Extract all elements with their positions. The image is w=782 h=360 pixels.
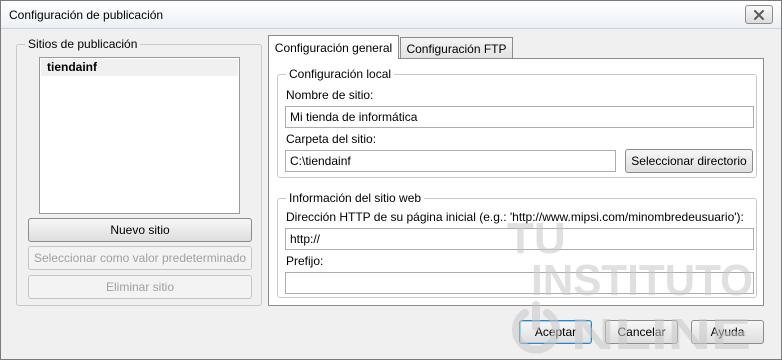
tab-general[interactable]: Configuración general	[268, 35, 399, 59]
set-default-button[interactable]: Seleccionar como valor predeterminado	[28, 246, 252, 270]
delete-site-button[interactable]: Eliminar sitio	[28, 275, 252, 299]
new-site-label: Nuevo sitio	[110, 223, 170, 237]
close-button[interactable]	[745, 5, 773, 24]
help-button[interactable]: Ayuda	[691, 320, 764, 344]
sites-list[interactable]: tiendainf	[39, 57, 240, 214]
prefix-label: Prefijo:	[286, 254, 324, 268]
local-config-legend: Configuración local	[286, 67, 395, 81]
prefix-input[interactable]	[285, 272, 754, 294]
http-address-label: Dirección HTTP de su página inicial (e.g…	[286, 210, 744, 224]
site-name-label: Nombre de sitio:	[286, 88, 374, 102]
tab-page-general: Configuración local Nombre de sitio: Car…	[268, 58, 764, 306]
tab-ftp[interactable]: Configuración FTP	[400, 37, 513, 59]
select-directory-button[interactable]: Seleccionar directorio	[625, 149, 753, 173]
help-label: Ayuda	[710, 325, 745, 339]
site-name-input[interactable]	[285, 106, 754, 128]
sites-legend: Sitios de publicación	[25, 37, 141, 51]
site-folder-input[interactable]	[285, 150, 616, 172]
dialog-window: Configuración de publicación Sitios de p…	[0, 0, 782, 360]
title-bar[interactable]: Configuración de publicación	[1, 1, 781, 29]
site-folder-label: Carpeta del sitio:	[286, 132, 377, 146]
website-info-legend: Información del sitio web	[286, 191, 425, 205]
window-title: Configuración de publicación	[9, 8, 164, 22]
website-info-group: Información del sitio web Dirección HTTP…	[277, 191, 757, 298]
sites-group: Sitios de publicación tiendainf Nuevo si…	[16, 37, 262, 306]
set-default-label: Seleccionar como valor predeterminado	[33, 251, 247, 265]
accept-button[interactable]: Aceptar	[519, 320, 592, 344]
http-address-input[interactable]	[285, 228, 754, 250]
close-icon	[754, 9, 764, 20]
delete-site-label: Eliminar sitio	[105, 280, 174, 294]
cancel-label: Cancelar	[617, 325, 666, 339]
cancel-button[interactable]: Cancelar	[605, 320, 678, 344]
tab-ftp-label: Configuración FTP	[406, 41, 507, 56]
list-item[interactable]: tiendainf	[41, 59, 238, 76]
tab-general-label: Configuración general	[274, 40, 393, 55]
accept-label: Aceptar	[534, 325, 577, 339]
select-directory-label: Seleccionar directorio	[631, 154, 747, 168]
new-site-button[interactable]: Nuevo sitio	[28, 218, 252, 242]
local-config-group: Configuración local Nombre de sitio: Car…	[277, 67, 757, 178]
list-item-label: tiendainf	[47, 60, 97, 74]
